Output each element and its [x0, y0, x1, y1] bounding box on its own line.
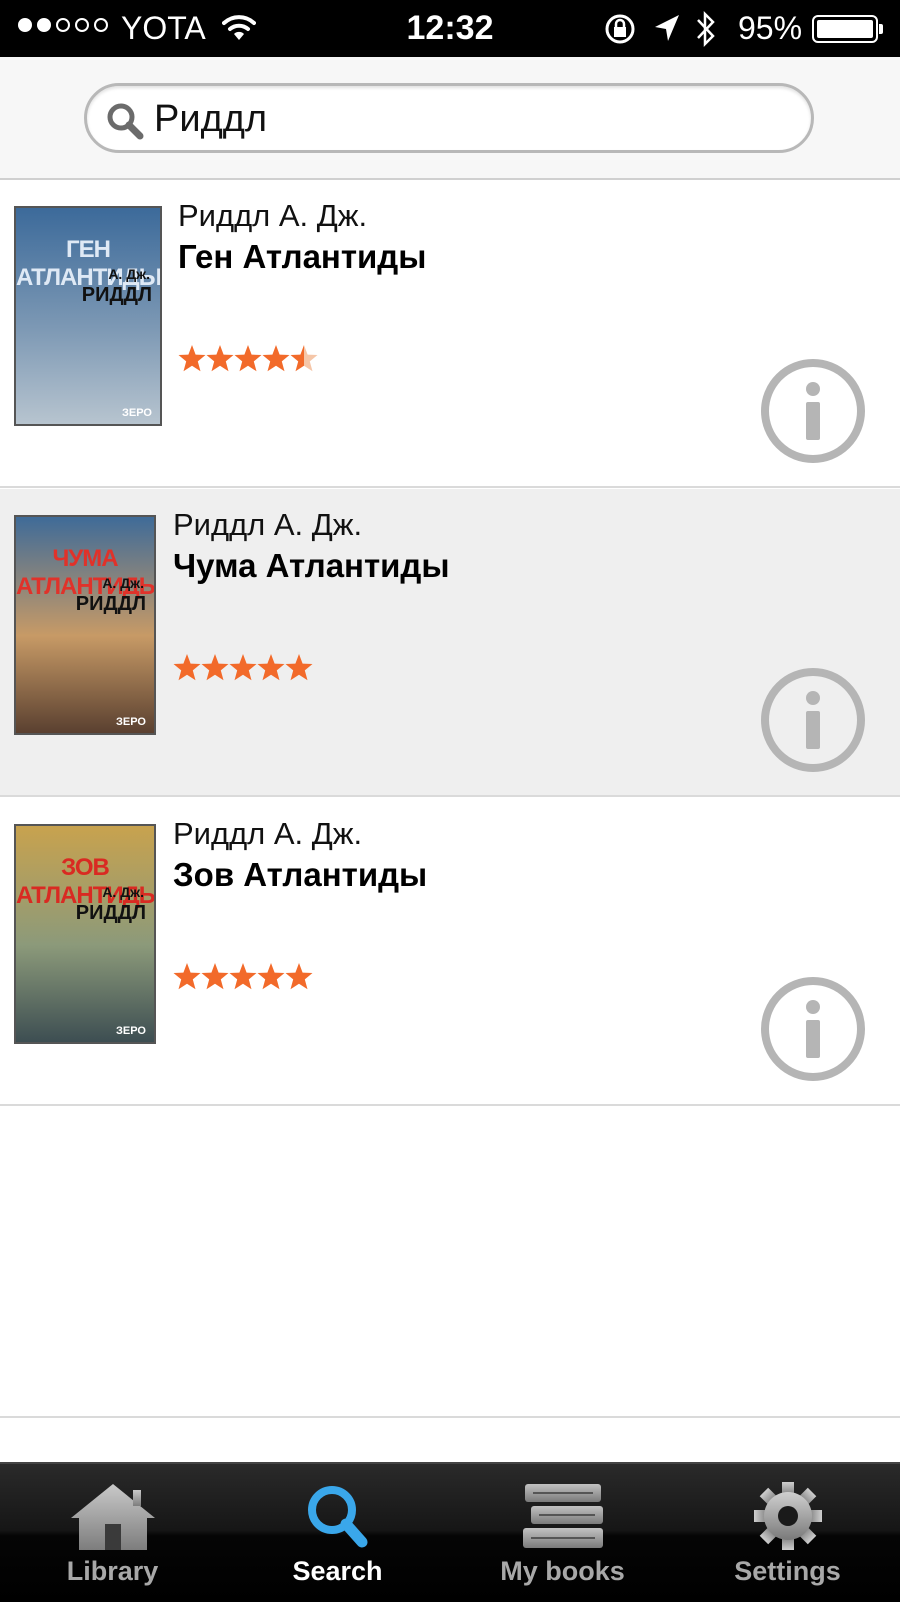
tab-search[interactable]: Search [225, 1464, 450, 1602]
book-author: Риддл А. Дж. [178, 198, 368, 233]
star-icon [201, 962, 229, 997]
star-icon [285, 653, 313, 688]
book-cover[interactable]: ЧУМА АТЛАНТИДЫ А. Дж. РИДДЛ ЗЕРО [14, 515, 156, 735]
star-icon [201, 653, 229, 688]
cover-author: РИДДЛ [81, 284, 152, 306]
tab-my-books-label: My books [500, 1556, 625, 1586]
info-icon [761, 668, 865, 772]
book-title: Ген Атлантиды [178, 238, 427, 275]
rating-stars [173, 653, 313, 688]
tab-my-books[interactable]: My books [450, 1464, 675, 1602]
star-icon [290, 344, 318, 379]
books-stack-icon [450, 1480, 675, 1552]
book-title: Зов Атлантиды [173, 856, 428, 893]
star-icon [229, 962, 257, 997]
star-icon [285, 962, 313, 997]
cover-author-initials: А. Дж. [102, 575, 144, 591]
result-row[interactable]: ЗОВ АТЛАНТИДЫ А. Дж. РИДДЛ ЗЕРО Риддл А.… [0, 798, 900, 1106]
info-icon [761, 977, 865, 1081]
book-cover[interactable]: ГЕН АТЛАНТИДЫ А. Дж. РИДДЛ ЗЕРО [14, 206, 162, 426]
book-cover[interactable]: ЗОВ АТЛАНТИДЫ А. Дж. РИДДЛ ЗЕРО [14, 824, 156, 1044]
tab-library[interactable]: Library [0, 1464, 225, 1602]
rating-stars [178, 344, 318, 379]
info-icon [761, 359, 865, 463]
star-icon [257, 962, 285, 997]
tab-settings[interactable]: Settings [675, 1464, 900, 1602]
rating-stars [173, 962, 313, 997]
book-author: Риддл А. Дж. [173, 816, 363, 851]
cover-author: РИДДЛ [75, 593, 146, 615]
star-icon [173, 653, 201, 688]
info-button[interactable] [760, 358, 866, 464]
rotation-lock-icon [603, 12, 637, 51]
result-row[interactable]: ЧУМА АТЛАНТИДЫ А. Дж. РИДДЛ ЗЕРО Риддл А… [0, 489, 900, 797]
cover-publisher: ЗЕРО [122, 407, 152, 419]
tab-bar: Library Search My books Settings [0, 1462, 900, 1602]
star-icon [262, 344, 290, 379]
battery-icon [812, 15, 878, 43]
status-bar: YOTA 12:32 95% [0, 0, 900, 57]
search-icon [225, 1480, 450, 1552]
star-icon [257, 653, 285, 688]
info-button[interactable] [760, 976, 866, 1082]
star-icon [234, 344, 262, 379]
star-icon [178, 344, 206, 379]
house-icon [0, 1480, 225, 1552]
gear-icon [675, 1480, 900, 1552]
book-author: Риддл А. Дж. [173, 507, 363, 542]
tab-settings-label: Settings [734, 1556, 841, 1586]
tab-library-label: Library [66, 1556, 159, 1586]
cover-author: РИДДЛ [75, 902, 146, 924]
battery-percentage: 95% [738, 10, 803, 46]
cover-author-initials: А. Дж. [108, 266, 150, 282]
star-icon [229, 653, 257, 688]
bluetooth-icon [695, 10, 717, 53]
search-field[interactable] [84, 83, 814, 153]
cover-author-initials: А. Дж. [102, 884, 144, 900]
tab-search-label: Search [292, 1556, 383, 1586]
list-separator [0, 1416, 900, 1418]
search-input[interactable] [154, 96, 794, 142]
info-button[interactable] [760, 667, 866, 773]
search-icon [105, 101, 145, 146]
search-bar [0, 57, 900, 180]
star-icon [173, 962, 201, 997]
star-icon [206, 344, 234, 379]
result-row[interactable]: ГЕН АТЛАНТИДЫ А. Дж. РИДДЛ ЗЕРО Риддл А.… [0, 180, 900, 488]
book-title: Чума Атлантиды [173, 547, 450, 584]
cover-publisher: ЗЕРО [116, 1025, 146, 1037]
cover-publisher: ЗЕРО [116, 716, 146, 728]
location-arrow-icon [652, 12, 682, 49]
